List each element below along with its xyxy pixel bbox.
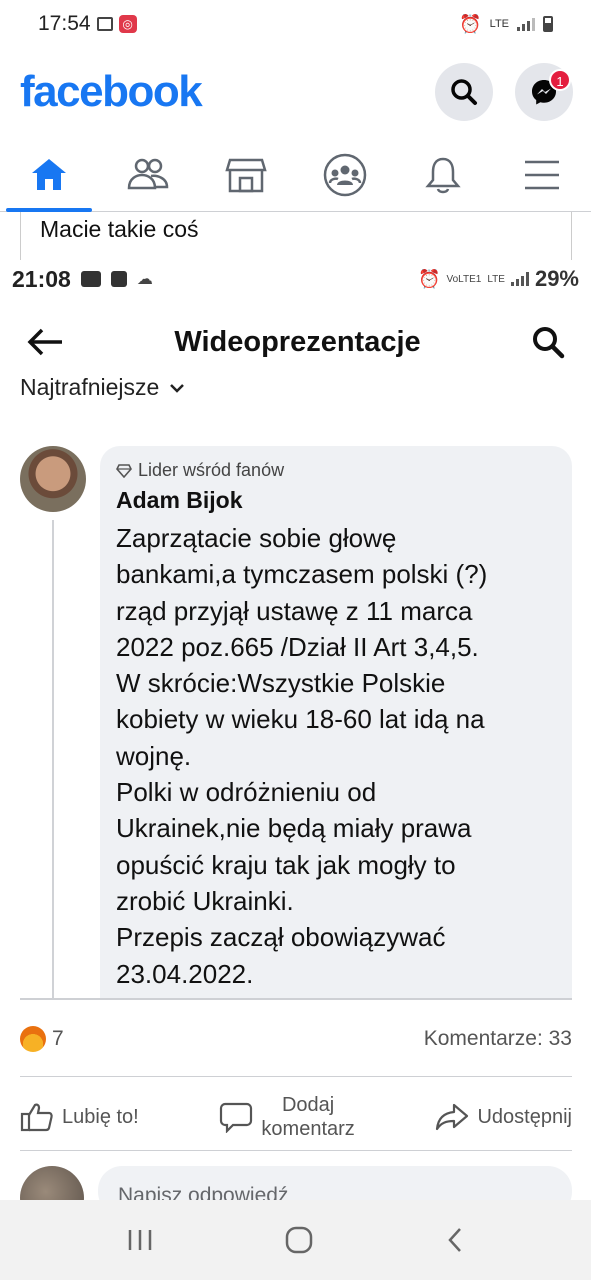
like-label: Lubię to! [62,1105,139,1128]
tab-menu[interactable] [495,138,589,212]
share-button[interactable]: Udostępnij [435,1102,572,1132]
inner-status-bar: 21:08 ☁ ⏰ VoLTE1 LTE 29% [0,258,591,300]
comment-button[interactable]: Dodaj komentarz [219,1093,355,1141]
app-icon [110,271,127,287]
signal-icon [517,17,535,31]
inner-alarm-icon: ⏰ [418,268,441,289]
gallery-icon [96,17,113,31]
comment-line: Zaprzątacie sobie głowę [116,523,397,553]
search-button[interactable] [435,63,493,121]
facebook-logo[interactable]: facebook [20,67,203,117]
comment-label-line2: komentarz [261,1118,355,1140]
messenger-button[interactable]: 1 [515,63,573,121]
cloud-icon: ☁ [136,271,153,288]
back-arrow-icon[interactable] [26,327,64,357]
sort-dropdown[interactable]: Najtrafniejsze [20,374,185,401]
status-left: 17:54 ◎ [38,12,137,36]
comment-line: rząd przyjął ustawę z 11 marca [116,595,473,626]
commenter-avatar[interactable] [20,446,86,512]
comment-line: W skrócie:Wszystkie Polskie [116,668,446,699]
inner-network-1: VoLTE1 [446,273,482,285]
chevron-down-icon [170,383,185,393]
inner-page-header: Wideoprezentacje [0,310,591,374]
tab-home[interactable] [2,138,96,212]
top-fan-badge: Lider wśród fanów [116,460,556,481]
comment-line: 23.04.2022. [116,958,254,989]
home-button-icon[interactable] [284,1225,314,1255]
divider [20,1076,572,1077]
messenger-badge: 1 [549,69,571,91]
comment-bubble-icon [220,1102,253,1133]
comment-line: 2022 poz.665 /Dział II Art 3,4,5. [116,631,479,662]
youtube-icon [80,271,101,287]
home-icon [32,158,67,190]
diamond-icon [116,463,132,478]
comment-line: Ukrainek,nie będą miały prawa [116,813,472,844]
thread-line [52,520,54,1000]
comment-label: Dodaj komentarz [261,1093,354,1141]
inner-network-2: LTE [487,273,505,285]
inner-page-title: Wideoprezentacje [174,325,421,358]
divider [20,1150,572,1151]
system-nav-bar [0,1200,591,1280]
top-fan-label: Lider wśród fanów [138,460,285,480]
bell-icon [425,157,461,193]
share-arrow-icon [436,1103,469,1131]
share-label: Udostępnij [477,1105,572,1128]
tab-marketplace[interactable] [199,138,293,212]
groups-icon [323,153,366,196]
comment-line: Przepis zaczął obowiązywać [116,922,446,953]
nav-tabs [0,138,591,212]
like-button[interactable]: Lubię to! [20,1101,139,1133]
comment-line: kobiety w wieku 18-60 lat idą na [116,704,485,735]
comment-line: Polki w odróżnieniu od [116,777,377,808]
post-actions: Lubię to! Dodaj komentarz Udostępnij [20,1086,572,1148]
comment-bubble: Lider wśród fanów Adam Bijok Zaprzątacie… [100,446,572,998]
inner-signal-icon [510,272,529,286]
inner-status-time: 21:08 [12,265,71,292]
angry-reaction-icon [20,1026,46,1052]
tab-groups[interactable] [298,138,392,212]
friends-icon [127,158,169,189]
reaction-count: 7 [52,1027,64,1050]
facebook-header: facebook 1 [0,52,591,132]
status-right: ⏰ LTE [459,14,553,35]
comment-line: opuścić kraju tak jak mogły to [116,849,456,880]
post-text: Macie takie coś [20,212,572,260]
thumbs-up-icon [20,1103,53,1132]
marketplace-icon [225,158,267,192]
inner-search-icon[interactable] [531,325,565,359]
comment-count[interactable]: Komentarze: 33 [424,1027,572,1051]
screenshot-edge [20,998,572,1000]
back-button-icon[interactable] [443,1225,467,1255]
tab-notifications[interactable] [396,138,490,212]
tab-friends[interactable] [101,138,195,212]
network-label: LTE [489,18,509,30]
inner-status-right: ⏰ VoLTE1 LTE 29% [418,266,579,292]
menu-icon [524,160,559,189]
sort-label: Najtrafniejsze [20,374,160,400]
comment-author[interactable]: Adam Bijok [116,487,556,514]
status-time: 17:54 [38,12,91,35]
comment-line: wojnę. [116,740,192,771]
comment-text: Zaprzątacie sobie głowę bankami,a tymcza… [116,520,556,992]
battery-icon [543,16,553,32]
reaction-summary[interactable]: 7 [20,1026,64,1052]
search-icon [451,79,477,105]
reactions-row: 7 Komentarze: 33 [20,1026,572,1052]
header-buttons: 1 [435,63,573,121]
comment-line: zrobić Ukrainki. [116,885,294,916]
app-notification-icon: ◎ [118,15,137,33]
inner-battery-percent: 29% [534,266,579,291]
inner-status-left: 21:08 ☁ [12,266,153,293]
comment-line: bankami,a tymczasem polski (?) [116,559,488,590]
comment-label-line1: Dodaj [281,1094,335,1116]
status-bar: 17:54 ◎ ⏰ LTE [0,0,591,48]
recent-apps-icon[interactable] [125,1227,155,1253]
alarm-icon: ⏰ [459,13,482,34]
